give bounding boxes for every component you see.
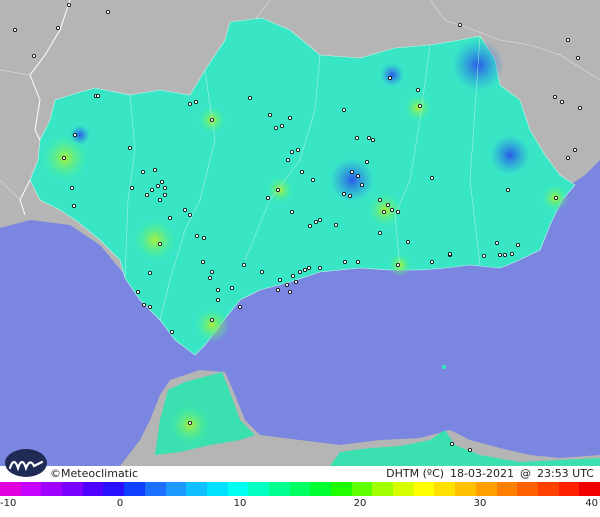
hotspot	[367, 192, 403, 228]
alboran-island	[441, 364, 447, 370]
variable-label: DHTM (ºC)	[386, 467, 445, 480]
scale-swatch	[434, 482, 456, 496]
scale-swatch	[227, 482, 249, 496]
coldspot	[330, 158, 374, 202]
scale-swatch	[475, 482, 497, 496]
scale-swatch	[558, 482, 580, 496]
scale-swatch	[289, 482, 311, 496]
coldspot	[490, 135, 530, 175]
scale-tick-label: 10	[233, 498, 247, 509]
scale-swatch	[413, 482, 435, 496]
scale-swatch	[248, 482, 269, 496]
scale-tick-label: 0	[116, 498, 124, 509]
scale-swatch	[165, 482, 187, 496]
scale-tick-label: -10	[0, 498, 17, 509]
scale-swatch	[496, 482, 518, 496]
map-info: DHTM (ºC) 18-03-2021 @23:53 UTC	[386, 467, 594, 480]
scale-swatch	[268, 482, 290, 496]
scale-swatch	[310, 482, 331, 496]
scale-swatch	[393, 482, 414, 496]
scale-tick-label: 20	[353, 498, 367, 509]
color-scale	[0, 482, 600, 496]
scale-ticks: -10 0 10 20 30 40	[0, 498, 600, 512]
hotspot	[404, 94, 432, 122]
at-symbol: @	[519, 467, 531, 480]
scale-swatch	[331, 482, 352, 496]
scale-swatch	[372, 482, 394, 496]
scale-swatch	[20, 482, 42, 496]
meteoclimatic-logo	[5, 449, 47, 477]
date-label: 18-03-2021	[450, 467, 514, 480]
scale-swatch	[206, 482, 228, 496]
scale-swatch	[186, 482, 207, 496]
scale-swatch	[537, 482, 559, 496]
scale-swatch	[517, 482, 538, 496]
time-label: 23:53 UTC	[536, 467, 594, 480]
temperature-map: ©Meteoclimatic DHTM (ºC) 18-03-2021 @23:53…	[0, 0, 600, 517]
scale-swatch	[455, 482, 476, 496]
scale-swatch	[103, 482, 125, 496]
scale-tick-label: 40	[585, 498, 598, 509]
scale-swatch	[579, 482, 600, 496]
brand-name: Meteoclimatic	[61, 467, 139, 480]
hotspot	[133, 218, 177, 262]
scale-swatch	[62, 482, 83, 496]
scale-swatch	[351, 482, 373, 496]
map-canvas	[0, 0, 600, 466]
scale-swatch	[124, 482, 145, 496]
brand-label: ©Meteoclimatic	[50, 467, 138, 480]
copyright-symbol: ©	[50, 467, 61, 480]
scale-swatch	[144, 482, 166, 496]
coldspot	[380, 63, 404, 87]
scale-tick-label: 30	[473, 498, 487, 509]
scale-swatch	[82, 482, 104, 496]
hotspot	[194, 307, 230, 343]
scale-swatch	[0, 482, 21, 496]
scale-swatch	[41, 482, 63, 496]
